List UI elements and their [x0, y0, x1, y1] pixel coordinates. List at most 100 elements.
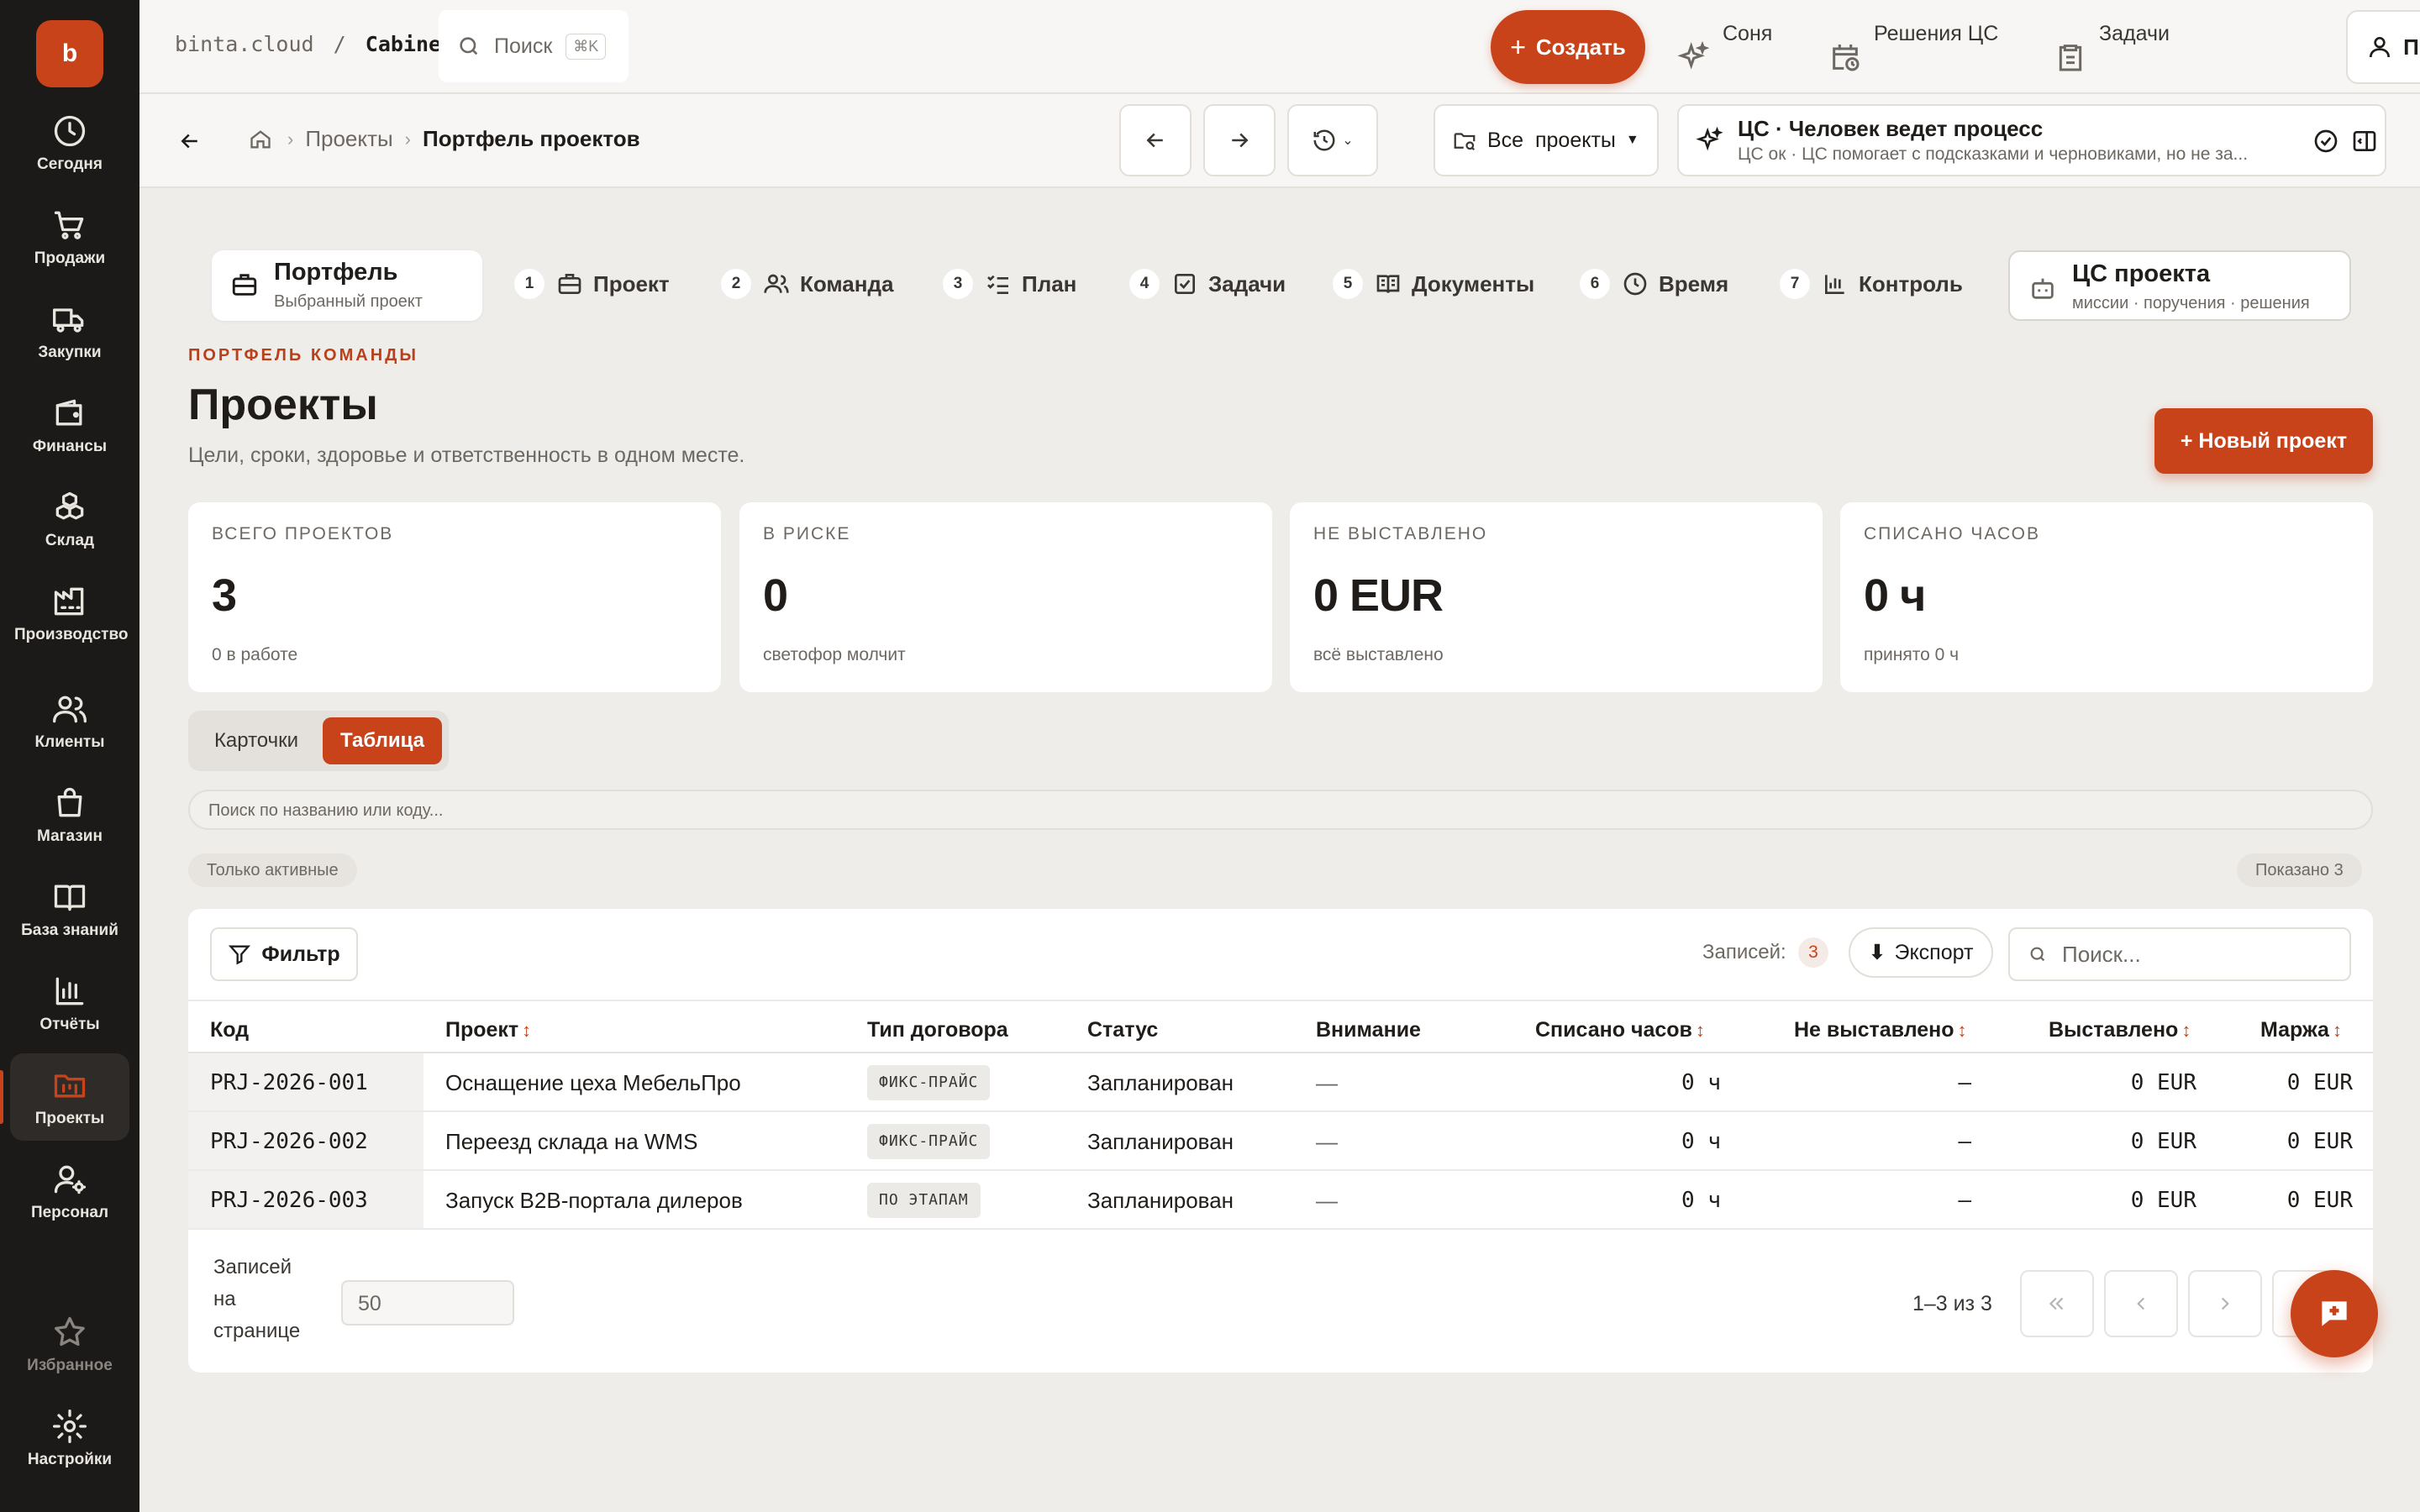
sidebar-item-staff[interactable]: Персонал — [10, 1147, 129, 1235]
history-back-button[interactable] — [1119, 104, 1192, 176]
project-scope-select[interactable]: Все проекты ▼ — [1434, 104, 1659, 176]
top-link-cs-decisions[interactable]: Решения ЦС — [1828, 10, 1998, 84]
profile-button[interactable]: Профиль — [2346, 10, 2420, 84]
sidebar-item-projects[interactable]: Проекты — [0, 1053, 129, 1141]
step-label: Команда — [800, 270, 894, 297]
sidebar-item-warehouse[interactable]: Склад — [10, 475, 129, 563]
star-icon — [55, 1316, 85, 1347]
next-page-button[interactable] — [2188, 1270, 2262, 1337]
book-icon — [54, 885, 86, 911]
page-size-label: Записей на странице — [213, 1256, 301, 1342]
page-eyebrow: ПОРТФЕЛЬ КОМАНДЫ — [188, 346, 418, 365]
app-logo[interactable]: b — [36, 20, 103, 87]
cell-unbilled: – — [1958, 1129, 1971, 1154]
cell-project[interactable]: Оснащение цеха МебельПро — [445, 1070, 741, 1096]
column-header-attention[interactable]: Внимание — [1316, 1018, 1421, 1042]
column-header-label: Выставлено — [2049, 1018, 2179, 1042]
tab-project[interactable]: 1 Проект — [514, 269, 670, 299]
stat-label: ВСЕГО ПРОЕКТОВ — [212, 524, 394, 543]
sidebar-item-sales[interactable]: Продажи — [10, 193, 129, 281]
tab-time[interactable]: 6 Время — [1580, 269, 1728, 299]
history-forward-button[interactable] — [1203, 104, 1276, 176]
global-search[interactable]: Поиск ⌘K — [439, 10, 629, 82]
column-header-status[interactable]: Статус — [1087, 1018, 1158, 1042]
workspace-path: binta.cloud / Cabinet — [175, 32, 454, 56]
workspace-domain[interactable]: binta.cloud — [175, 32, 314, 56]
briefcase-icon — [558, 274, 581, 294]
sidebar-item-clients[interactable]: Клиенты — [10, 677, 129, 764]
user-cog-icon — [54, 1165, 87, 1194]
page-size-input[interactable]: 50 — [341, 1280, 514, 1326]
step-label: Документы — [1412, 270, 1535, 297]
sidebar-item-production[interactable]: Производство — [10, 570, 129, 657]
sidebar-item-favorites[interactable]: Избранное — [10, 1300, 129, 1388]
active-only-toggle[interactable]: Только активные — [188, 853, 357, 887]
export-button[interactable]: ⬇ Экспорт — [1849, 927, 1993, 978]
global-search-label: Поиск — [494, 34, 553, 58]
table-row[interactable]: PRJ-2026-001 Оснащение цеха МебельПро ФИ… — [188, 1053, 2373, 1112]
panel-toggle-icon[interactable] — [2351, 128, 2378, 155]
path-separator: / — [333, 32, 346, 56]
column-header-margin[interactable]: Маржа ↕ — [2260, 1018, 2342, 1042]
top-link-label: Соня — [1723, 22, 1773, 45]
check-circle-icon[interactable] — [2312, 128, 2339, 155]
cell-project[interactable]: Запуск B2B-портала дилеров — [445, 1188, 743, 1214]
tab-control[interactable]: 7 Контроль — [1780, 269, 1963, 299]
tab-project-cs[interactable]: ЦС проекта миссии · поручения · решения — [2008, 250, 2351, 321]
top-link-label: Задачи — [2099, 22, 2170, 45]
assistant-chat-button[interactable] — [2291, 1270, 2378, 1357]
sidebar-item-settings[interactable]: Настройки — [10, 1394, 129, 1482]
cell-margin: 0 EUR — [2286, 1070, 2353, 1095]
column-header-code[interactable]: Код — [210, 1018, 249, 1042]
stat-label: НЕ ВЫСТАВЛЕНО — [1313, 524, 1488, 543]
cell-attention: — — [1316, 1129, 1338, 1154]
sparkles-icon — [1677, 40, 1710, 70]
tab-portfolio-title: Портфель — [274, 259, 398, 286]
table-row[interactable]: PRJ-2026-003 Запуск B2B-портала дилеров … — [188, 1171, 2373, 1230]
contract-badge: ФИКС-ПРАЙС — [867, 1124, 991, 1159]
square-check-icon — [1175, 274, 1195, 294]
home-icon[interactable] — [249, 128, 272, 151]
column-header-project[interactable]: Проект ↕ — [445, 1018, 531, 1042]
sidebar-item-finance[interactable]: Финансы — [10, 381, 129, 469]
filter-button[interactable]: Фильтр — [210, 927, 358, 981]
top-link-tasks[interactable]: Задачи — [2054, 10, 2170, 84]
prev-page-button[interactable] — [2104, 1270, 2178, 1337]
step-number: 1 — [514, 269, 544, 299]
tab-team[interactable]: 2 Команда — [721, 269, 893, 299]
table-search-input[interactable]: Поиск... — [2008, 927, 2351, 981]
project-search-input[interactable]: Поиск по названию или коду... — [188, 790, 2373, 830]
breadcrumb-projects[interactable]: Проекты — [305, 126, 392, 152]
first-page-button[interactable] — [2020, 1270, 2094, 1337]
tab-portfolio[interactable]: Портфель Выбранный проект — [212, 250, 482, 321]
view-table-tab[interactable]: Таблица — [323, 717, 442, 764]
stat-note: 0 в работе — [212, 645, 298, 664]
tab-tasks[interactable]: 4 Задачи — [1129, 269, 1286, 299]
sidebar-item-knowledge-base[interactable]: База знаний — [10, 865, 129, 953]
tab-documents[interactable]: 5 Документы — [1333, 269, 1534, 299]
sidebar-item-reports[interactable]: Отчёты — [10, 959, 129, 1047]
sidebar-item-shop[interactable]: Магазин — [10, 771, 129, 858]
new-project-button[interactable]: + Новый проект — [2154, 408, 2373, 474]
top-link-sonya[interactable]: Соня — [1677, 10, 1772, 84]
table-row[interactable]: PRJ-2026-002 Переезд склада на WMS ФИКС-… — [188, 1112, 2373, 1171]
stat-value: 0 ч — [1864, 570, 1926, 621]
back-button[interactable] — [175, 126, 205, 156]
column-header-contract[interactable]: Тип договора — [867, 1018, 1008, 1042]
column-header-billed[interactable]: Выставлено ↕ — [2049, 1018, 2191, 1042]
history-menu-button[interactable]: ⌄ — [1287, 104, 1378, 176]
view-cards-tab[interactable]: Карточки — [195, 717, 318, 764]
sidebar-item-today[interactable]: Сегодня — [10, 99, 129, 186]
cell-project[interactable]: Переезд склада на WMS — [445, 1129, 697, 1155]
cs-status-panel[interactable]: ЦС · Человек ведет процесс ЦС ок · ЦС по… — [1677, 104, 2386, 176]
cell-attention: — — [1316, 1188, 1338, 1213]
stat-note: светофор молчит — [763, 645, 906, 664]
sidebar-item-purchases[interactable]: Закупки — [10, 287, 129, 375]
caret-down-icon: ▼ — [1625, 133, 1639, 147]
tab-plan[interactable]: 3 План — [943, 269, 1076, 299]
stat-value: 3 — [212, 570, 237, 621]
column-header-unbilled[interactable]: Не выставлено ↕ — [1794, 1018, 1967, 1042]
column-header-hours[interactable]: Списано часов ↕ — [1535, 1018, 1705, 1042]
create-button[interactable]: + Создать — [1491, 10, 1645, 84]
projects-table-panel: Фильтр Записей: 3 ⬇ Экспорт Поиск... Код… — [188, 909, 2373, 1373]
